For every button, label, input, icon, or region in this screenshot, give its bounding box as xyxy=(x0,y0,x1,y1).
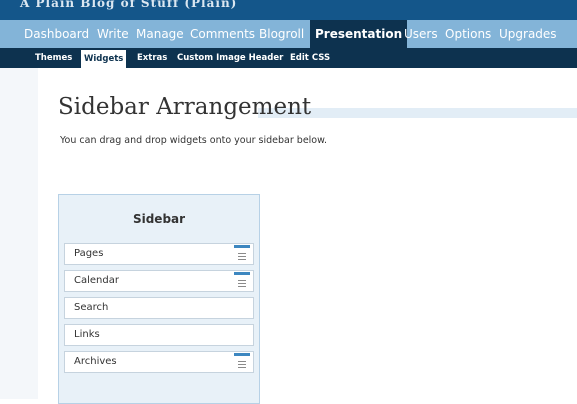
intro-text: You can drag and drop widgets onto your … xyxy=(60,135,328,146)
widget-options-icon[interactable] xyxy=(234,272,250,290)
main-nav-comments[interactable]: Comments xyxy=(190,20,255,48)
widget-search[interactable]: Search xyxy=(64,297,254,319)
sub-nav-extras[interactable]: Extras xyxy=(137,51,167,66)
widget-options-icon[interactable] xyxy=(234,353,250,371)
sidebar-heading: Sidebar xyxy=(132,212,186,226)
widget-label: Calendar xyxy=(74,275,119,286)
widget-links[interactable]: Links xyxy=(64,324,254,346)
sub-nav: Themes Widgets Extras Custom Image Heade… xyxy=(0,48,577,68)
main-nav-users[interactable]: Users xyxy=(404,20,438,48)
widget-label: Links xyxy=(74,329,100,340)
widget-pages[interactable]: Pages xyxy=(64,243,254,265)
main-nav: Dashboard Write Manage Comments Blogroll… xyxy=(0,20,577,48)
sub-nav-custom-image-header[interactable]: Custom Image Header xyxy=(177,51,283,66)
site-header: A Plain Blog of Stuff (Plain) xyxy=(0,0,577,20)
main-nav-options[interactable]: Options xyxy=(445,20,491,48)
main-nav-write[interactable]: Write xyxy=(97,20,129,48)
widget-label: Archives xyxy=(74,356,117,367)
sub-nav-themes[interactable]: Themes xyxy=(35,51,72,66)
site-title[interactable]: A Plain Blog of Stuff (Plain) xyxy=(20,0,237,10)
widget-label: Search xyxy=(74,302,109,313)
left-gutter xyxy=(0,68,38,399)
main-nav-presentation[interactable]: Presentation xyxy=(310,20,408,48)
main-nav-upgrades[interactable]: Upgrades xyxy=(499,20,557,48)
main-nav-blogroll[interactable]: Blogroll xyxy=(259,20,304,48)
sub-nav-edit-css[interactable]: Edit CSS xyxy=(290,51,330,66)
main-nav-dashboard[interactable]: Dashboard xyxy=(24,20,89,48)
widget-label: Pages xyxy=(74,248,104,259)
widget-options-icon[interactable] xyxy=(234,245,250,263)
widget-archives[interactable]: Archives xyxy=(64,351,254,373)
widget-calendar[interactable]: Calendar xyxy=(64,270,254,292)
page-title: Sidebar Arrangement xyxy=(58,94,312,120)
sub-nav-widgets[interactable]: Widgets xyxy=(81,50,127,68)
main-nav-manage[interactable]: Manage xyxy=(136,20,184,48)
